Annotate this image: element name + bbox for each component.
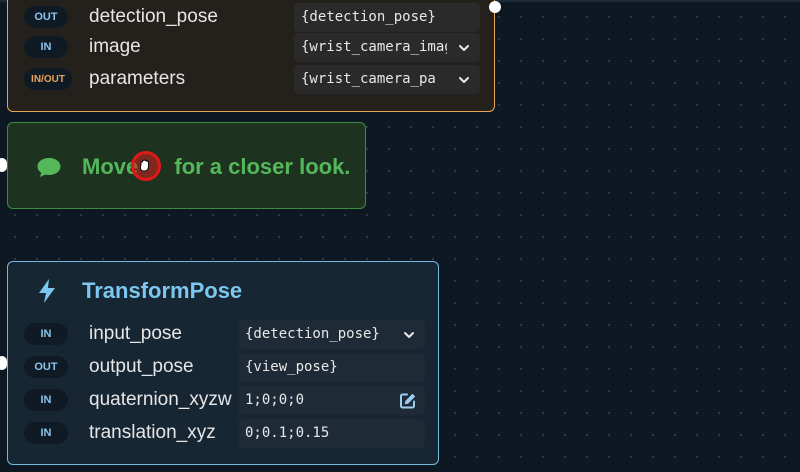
direction-badge: OUT — [24, 356, 68, 378]
message-text: Move for a closer look. — [82, 154, 351, 179]
param-name: quaternion_xyzw — [89, 389, 232, 410]
direction-badge: IN — [24, 389, 68, 411]
input-handle[interactable] — [0, 356, 7, 370]
chevron-down-icon — [459, 77, 469, 83]
param-name: image — [89, 36, 141, 57]
param-name: input_pose — [89, 323, 182, 344]
node-title: TransformPose — [82, 278, 243, 303]
direction-badge: IN — [24, 422, 68, 444]
param-name: parameters — [89, 68, 186, 89]
value-field-output-pose[interactable]: {view_pose} — [238, 353, 425, 382]
chevron-down-icon — [459, 45, 469, 51]
param-name: translation_xyz — [89, 422, 216, 443]
value-field-detection-pose[interactable]: {detection_pose} — [294, 3, 480, 32]
direction-badge: IN — [24, 36, 68, 58]
direction-badge: OUT — [24, 6, 68, 28]
chevron-down-icon — [404, 332, 414, 338]
value-field-translation-xyz[interactable]: 0;0.1;0.15 — [238, 419, 425, 448]
value-select-image[interactable]: {wrist_camera_image} — [294, 33, 480, 62]
cursor-highlight — [131, 151, 161, 181]
param-name: output_pose — [89, 356, 194, 377]
vision-node[interactable]: OUT detection_pose {detection_pose} IN i… — [7, 0, 495, 112]
transform-pose-node[interactable]: TransformPose IN input_pose {detection_p… — [7, 261, 439, 465]
value-select-input-pose[interactable]: {detection_pose} — [238, 320, 425, 349]
direction-badge: IN/OUT — [24, 68, 72, 90]
output-handle[interactable] — [489, 1, 501, 13]
value-field-quaternion-xyzw[interactable]: 1;0;0;0 — [238, 386, 425, 415]
message-node[interactable]: Move for a closer look. — [7, 122, 366, 209]
value-select-parameters[interactable]: {wrist_camera_pa — [294, 65, 480, 94]
edit-icon[interactable] — [399, 392, 417, 410]
flow-canvas[interactable]: OUT detection_pose {detection_pose} IN i… — [0, 0, 800, 472]
input-handle[interactable] — [0, 158, 7, 172]
lightning-bolt-icon — [39, 279, 55, 303]
param-name: detection_pose — [89, 6, 218, 27]
direction-badge: IN — [24, 323, 68, 345]
grab-hand-icon — [140, 159, 149, 172]
speech-bubble-icon — [37, 158, 61, 177]
